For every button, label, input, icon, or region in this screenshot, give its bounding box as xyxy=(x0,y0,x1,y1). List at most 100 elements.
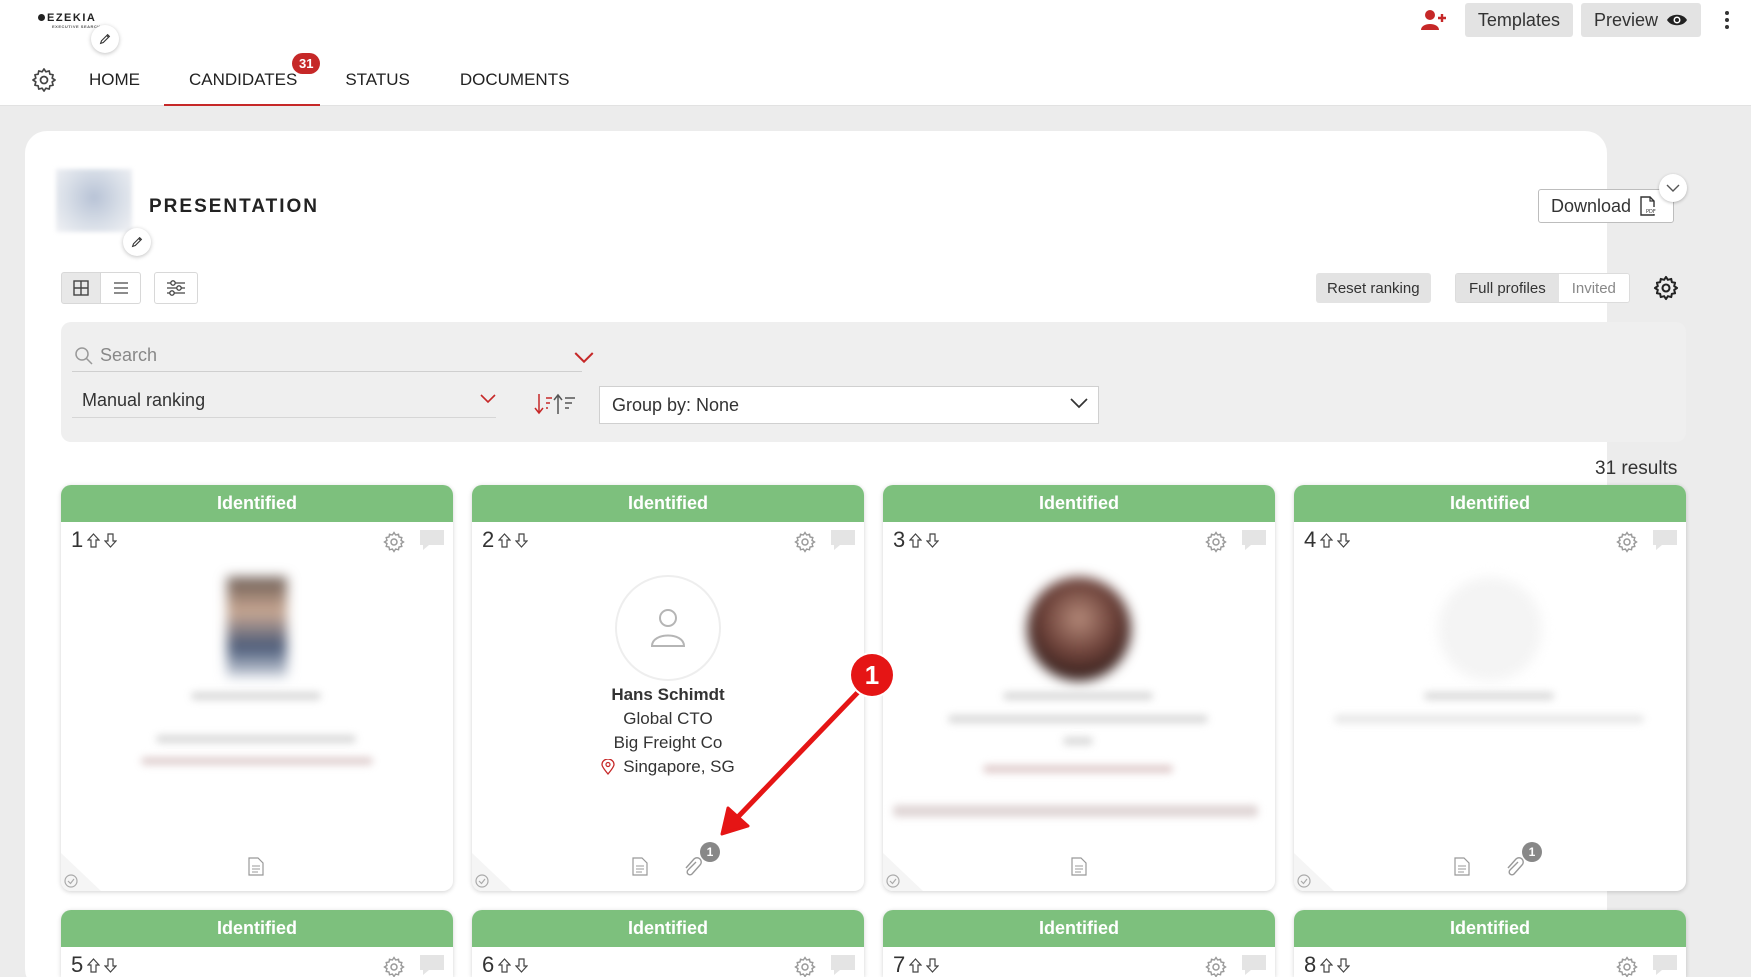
full-profiles-button[interactable]: Full profiles xyxy=(1456,274,1559,302)
document-icon[interactable] xyxy=(248,857,264,876)
settings-gear-icon[interactable] xyxy=(30,66,58,94)
attachment-icon[interactable] xyxy=(683,857,703,877)
move-up-icon[interactable] xyxy=(1320,957,1334,973)
move-up-icon[interactable] xyxy=(87,532,101,548)
candidates-count-badge: 31 xyxy=(292,53,321,74)
comment-icon[interactable] xyxy=(830,954,856,976)
reset-ranking-button[interactable]: Reset ranking xyxy=(1316,273,1431,303)
move-up-icon[interactable] xyxy=(87,957,101,973)
move-down-icon[interactable] xyxy=(104,532,118,548)
move-down-icon[interactable] xyxy=(515,957,529,973)
card-settings-gear-icon[interactable] xyxy=(1204,955,1228,977)
search-input[interactable]: Search xyxy=(72,340,594,372)
blurred-text xyxy=(948,715,1208,723)
grid-view-button[interactable] xyxy=(61,272,101,304)
document-icon[interactable] xyxy=(1454,857,1470,876)
blurred-text xyxy=(983,765,1173,773)
rank-number: 4 xyxy=(1304,527,1317,552)
main-nav: HOME CANDIDATES 31 STATUS DOCUMENTS xyxy=(30,53,570,106)
status-badge: Identified xyxy=(61,485,453,522)
move-up-icon[interactable] xyxy=(498,957,512,973)
move-down-icon[interactable] xyxy=(515,532,529,548)
company-logo[interactable]: EZEKIA EXECUTIVE SEARCH xyxy=(38,12,101,29)
status-badge: Identified xyxy=(472,485,864,522)
comment-icon[interactable] xyxy=(1652,529,1678,551)
comment-icon[interactable] xyxy=(1652,954,1678,976)
rank-control: 4 xyxy=(1304,527,1351,553)
attachment-icon[interactable] xyxy=(1505,857,1525,877)
more-menu-icon[interactable] xyxy=(1724,10,1730,30)
move-up-icon[interactable] xyxy=(1320,532,1334,548)
rank-control: 8 xyxy=(1304,952,1351,977)
chevron-down-icon xyxy=(1666,184,1680,192)
add-user-icon[interactable] xyxy=(1420,8,1447,32)
rank-number: 8 xyxy=(1304,952,1317,977)
sort-direction-icon[interactable] xyxy=(534,392,576,416)
candidate-card[interactable]: Identified 8 xyxy=(1294,910,1686,977)
attachment-count-badge: 1 xyxy=(700,842,720,862)
tab-documents[interactable]: DOCUMENTS xyxy=(460,64,570,106)
templates-button[interactable]: Templates xyxy=(1464,3,1573,37)
blurred-text xyxy=(1063,737,1093,745)
tab-candidates-label: CANDIDATES xyxy=(189,70,298,89)
candidate-card[interactable]: Identified 2 Hans Schimdt Global CTO Big… xyxy=(472,485,864,891)
move-up-icon[interactable] xyxy=(498,532,512,548)
annotation-step-number: 1 xyxy=(851,654,893,696)
card-settings-gear-icon[interactable] xyxy=(793,955,817,977)
chevron-down-icon xyxy=(480,394,496,404)
move-up-icon[interactable] xyxy=(909,532,923,548)
blurred-text xyxy=(1424,692,1554,700)
candidate-name[interactable]: Hans Schimdt xyxy=(472,685,864,705)
tab-home[interactable]: HOME xyxy=(89,64,140,106)
card-settings-gear-icon[interactable] xyxy=(382,530,406,554)
candidate-card[interactable]: Identified 3 xyxy=(883,485,1275,891)
candidate-card[interactable]: Identified 6 xyxy=(472,910,864,977)
rank-number: 1 xyxy=(71,527,84,552)
move-down-icon[interactable] xyxy=(926,957,940,973)
edit-image-button[interactable] xyxy=(123,228,151,256)
page-title: PRESENTATION xyxy=(149,196,320,217)
comment-icon[interactable] xyxy=(419,954,445,976)
candidate-card[interactable]: Identified 7 xyxy=(883,910,1275,977)
candidate-card[interactable]: Identified 1 xyxy=(61,485,453,891)
download-button[interactable]: Download PDF xyxy=(1538,189,1674,223)
chevron-down-icon[interactable] xyxy=(574,348,594,368)
card-settings-gear-icon[interactable] xyxy=(382,955,406,977)
document-icon[interactable] xyxy=(632,857,648,876)
blurred-text xyxy=(1003,692,1153,700)
card-settings-gear-icon[interactable] xyxy=(1615,530,1639,554)
comment-icon[interactable] xyxy=(1241,954,1267,976)
list-view-button[interactable] xyxy=(101,272,141,304)
move-up-icon[interactable] xyxy=(909,957,923,973)
rank-number: 2 xyxy=(482,527,495,552)
comment-icon[interactable] xyxy=(830,529,856,551)
candidate-card[interactable]: Identified 4 1 xyxy=(1294,485,1686,891)
tab-status[interactable]: STATUS xyxy=(345,64,410,106)
document-icon[interactable] xyxy=(1071,857,1087,876)
filters-box: Search Manual ranking Group by: None xyxy=(61,322,1686,442)
blurred-text xyxy=(191,692,321,700)
tab-candidates[interactable]: CANDIDATES 31 xyxy=(164,53,321,106)
blurred-text xyxy=(156,735,356,743)
collapse-toggle[interactable] xyxy=(1659,174,1687,202)
comment-icon[interactable] xyxy=(1241,529,1267,551)
edit-logo-button[interactable] xyxy=(91,25,119,53)
card-settings-gear-icon[interactable] xyxy=(793,530,817,554)
display-settings-gear-icon[interactable] xyxy=(1652,274,1680,302)
candidate-card[interactable]: Identified 5 xyxy=(61,910,453,977)
move-down-icon[interactable] xyxy=(1337,532,1351,548)
header-actions: Templates Preview xyxy=(1420,3,1751,37)
comment-icon[interactable] xyxy=(419,529,445,551)
group-by-select[interactable]: Group by: None xyxy=(599,386,1099,424)
card-settings-gear-icon[interactable] xyxy=(1615,955,1639,977)
rank-number: 5 xyxy=(71,952,84,977)
move-down-icon[interactable] xyxy=(926,532,940,548)
preview-button[interactable]: Preview xyxy=(1580,3,1701,37)
filter-settings-button[interactable] xyxy=(154,272,198,304)
invited-button[interactable]: Invited xyxy=(1558,274,1629,302)
sort-select[interactable]: Manual ranking xyxy=(72,384,496,418)
card-settings-gear-icon[interactable] xyxy=(1204,530,1228,554)
candidate-photo xyxy=(1027,577,1131,681)
move-down-icon[interactable] xyxy=(1337,957,1351,973)
move-down-icon[interactable] xyxy=(104,957,118,973)
